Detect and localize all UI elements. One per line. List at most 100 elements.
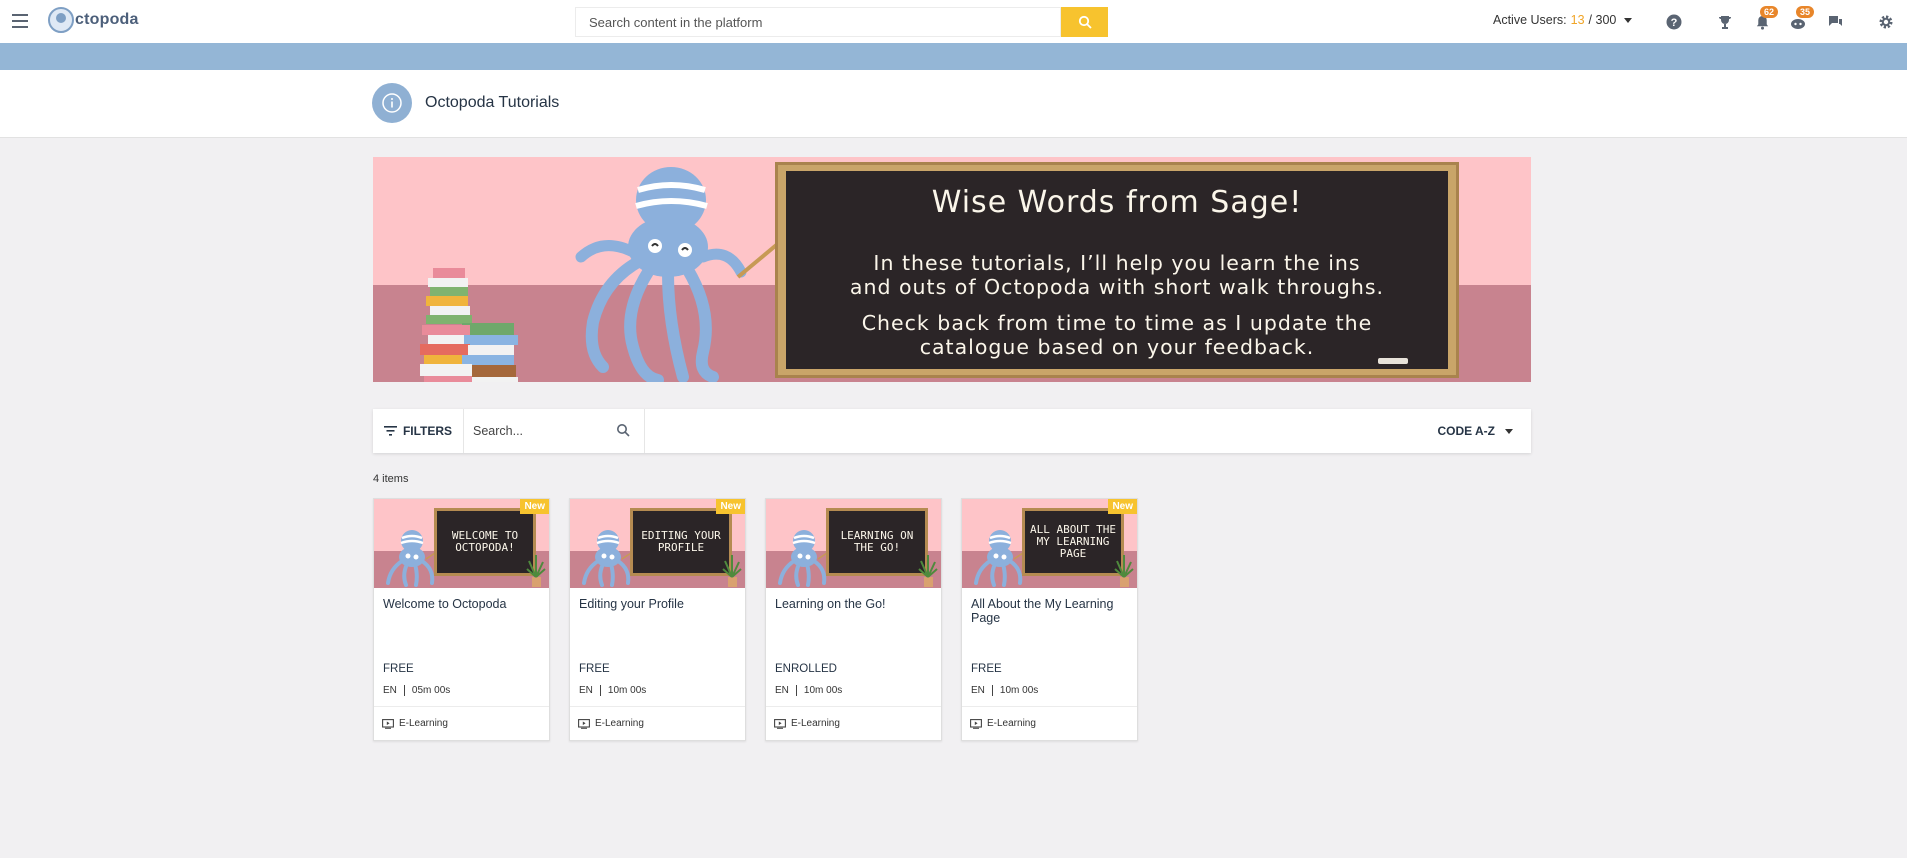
book-stack-illustration	[420, 268, 518, 382]
trophy-icon[interactable]	[1715, 12, 1735, 32]
course-language: EN	[775, 685, 789, 696]
logo[interactable]: ctopoda	[48, 5, 139, 35]
e-learning-icon	[578, 718, 590, 729]
banner-line-1: In these tutorials, I’ll help you learn …	[873, 251, 1361, 275]
svg-text:?: ?	[1671, 17, 1678, 29]
course-meta: EN 05m 00s	[383, 685, 450, 696]
items-count: 4 items	[373, 473, 409, 485]
course-thumbnail: ALL ABOUT THE MY LEARNING PAGE New	[962, 499, 1137, 588]
sort-label: CODE A-Z	[1437, 424, 1495, 438]
catalog-search	[465, 409, 645, 453]
course-language: EN	[383, 685, 397, 696]
course-title[interactable]: Editing your Profile	[579, 597, 739, 611]
course-type: E-Learning	[791, 718, 840, 729]
logo-text: ctopoda	[75, 11, 139, 28]
thumbnail-text: WELCOME TO OCTOPODA!	[437, 511, 533, 573]
course-footer: E-Learning	[766, 706, 941, 740]
banner-line-2: and outs of Octopoda with short walk thr…	[849, 275, 1385, 299]
page-header: Octopoda Tutorials	[0, 70, 1907, 138]
course-thumbnail: EDITING YOUR PROFILE New	[570, 499, 745, 588]
course-title[interactable]: Welcome to Octopoda	[383, 597, 543, 611]
course-type: E-Learning	[399, 718, 448, 729]
course-title[interactable]: Learning on the Go!	[775, 597, 935, 611]
catalog-toolbar: FILTERS CODE A-Z	[373, 409, 1531, 453]
course-status: FREE	[971, 663, 1002, 675]
course-meta: EN 10m 00s	[775, 685, 842, 696]
thumbnail-text: EDITING YOUR PROFILE	[633, 511, 729, 573]
help-icon[interactable]: ?	[1664, 12, 1684, 32]
global-search-button[interactable]	[1061, 7, 1108, 37]
gear-icon[interactable]	[1876, 12, 1896, 32]
course-language: EN	[971, 685, 985, 696]
new-badge: New	[520, 499, 549, 514]
active-users-current: 13	[1570, 13, 1585, 27]
filter-icon	[383, 426, 397, 436]
plant-icon	[918, 555, 938, 587]
catalog-search-input[interactable]	[465, 409, 605, 453]
octopus-thumbnail-icon	[778, 530, 831, 587]
notifications-button[interactable]: 62	[1752, 6, 1779, 32]
course-card[interactable]: LEARNING ON THE GO! Learning on the Go! …	[765, 498, 942, 741]
plant-icon	[1114, 555, 1134, 587]
octopus-thumbnail-icon	[386, 530, 439, 587]
course-title[interactable]: All About the My Learning Page	[971, 597, 1131, 625]
thumbnail-blackboard: EDITING YOUR PROFILE	[630, 508, 732, 576]
course-footer: E-Learning	[570, 706, 745, 740]
thumbnail-blackboard: LEARNING ON THE GO!	[826, 508, 928, 576]
thumbnail-blackboard: ALL ABOUT THE MY LEARNING PAGE	[1022, 508, 1124, 576]
course-status: FREE	[383, 663, 414, 675]
octopus-thumbnail-icon	[582, 530, 635, 587]
course-footer: E-Learning	[374, 706, 549, 740]
meta-divider	[599, 685, 601, 696]
course-duration: 10m 00s	[607, 685, 647, 696]
chevron-down-icon	[1624, 17, 1633, 23]
global-search-input[interactable]	[575, 7, 1061, 37]
blackboard: Wise Words from Sage! In these tutorials…	[775, 162, 1459, 378]
course-duration: 10m 00s	[803, 685, 843, 696]
menu-icon[interactable]	[12, 14, 28, 28]
active-users-label: Active Users:	[1493, 13, 1567, 27]
thumbnail-blackboard: WELCOME TO OCTOPODA!	[434, 508, 536, 576]
course-type: E-Learning	[595, 718, 644, 729]
course-meta: EN 10m 00s	[971, 685, 1038, 696]
course-card[interactable]: WELCOME TO OCTOPODA! New Welcome to Octo…	[373, 498, 550, 741]
banner-line-3: Check back from time to time as I update…	[861, 311, 1373, 335]
course-card[interactable]: EDITING YOUR PROFILE New Editing your Pr…	[569, 498, 746, 741]
chat-icon[interactable]	[1825, 12, 1845, 32]
thumbnail-text: LEARNING ON THE GO!	[829, 511, 925, 573]
plant-icon	[722, 555, 742, 587]
octopus-thumbnail-icon	[974, 530, 1027, 587]
info-icon	[372, 83, 412, 123]
chevron-down-icon	[1505, 428, 1513, 434]
course-language: EN	[579, 685, 593, 696]
banner-line-4: catalogue based on your feedback.	[919, 335, 1315, 359]
course-thumbnail: WELCOME TO OCTOPODA! New	[374, 499, 549, 588]
new-badge: New	[716, 499, 745, 514]
filters-button[interactable]: FILTERS	[373, 409, 464, 453]
chalk	[1378, 358, 1408, 364]
hero-banner: Wise Words from Sage! In these tutorials…	[373, 157, 1531, 382]
sort-dropdown[interactable]: CODE A-Z	[1437, 424, 1513, 438]
e-learning-icon	[382, 718, 394, 729]
course-card[interactable]: ALL ABOUT THE MY LEARNING PAGE New All A…	[961, 498, 1138, 741]
course-status: FREE	[579, 663, 610, 675]
course-type: E-Learning	[987, 718, 1036, 729]
e-learning-icon	[970, 718, 982, 729]
top-bar: ctopoda Active Users: 13 / 300 ? 62 35	[0, 0, 1907, 43]
search-icon	[1078, 15, 1092, 29]
course-status: ENROLLED	[775, 663, 837, 675]
octopus-logo-icon	[48, 7, 74, 33]
filters-label: FILTERS	[402, 424, 453, 438]
course-thumbnail: LEARNING ON THE GO!	[766, 499, 941, 588]
header-strip	[0, 43, 1907, 70]
messages-badge: 35	[1796, 6, 1815, 18]
meta-divider	[991, 685, 993, 696]
assistant-button[interactable]: 35	[1788, 6, 1815, 32]
course-duration: 05m 00s	[411, 685, 451, 696]
plant-icon	[526, 555, 546, 587]
thumbnail-text: ALL ABOUT THE MY LEARNING PAGE	[1025, 511, 1121, 573]
active-users-dropdown[interactable]: Active Users: 13 / 300	[1493, 13, 1633, 27]
search-icon[interactable]	[616, 423, 630, 437]
global-search	[575, 7, 1108, 37]
page-title: Octopoda Tutorials	[425, 94, 560, 111]
